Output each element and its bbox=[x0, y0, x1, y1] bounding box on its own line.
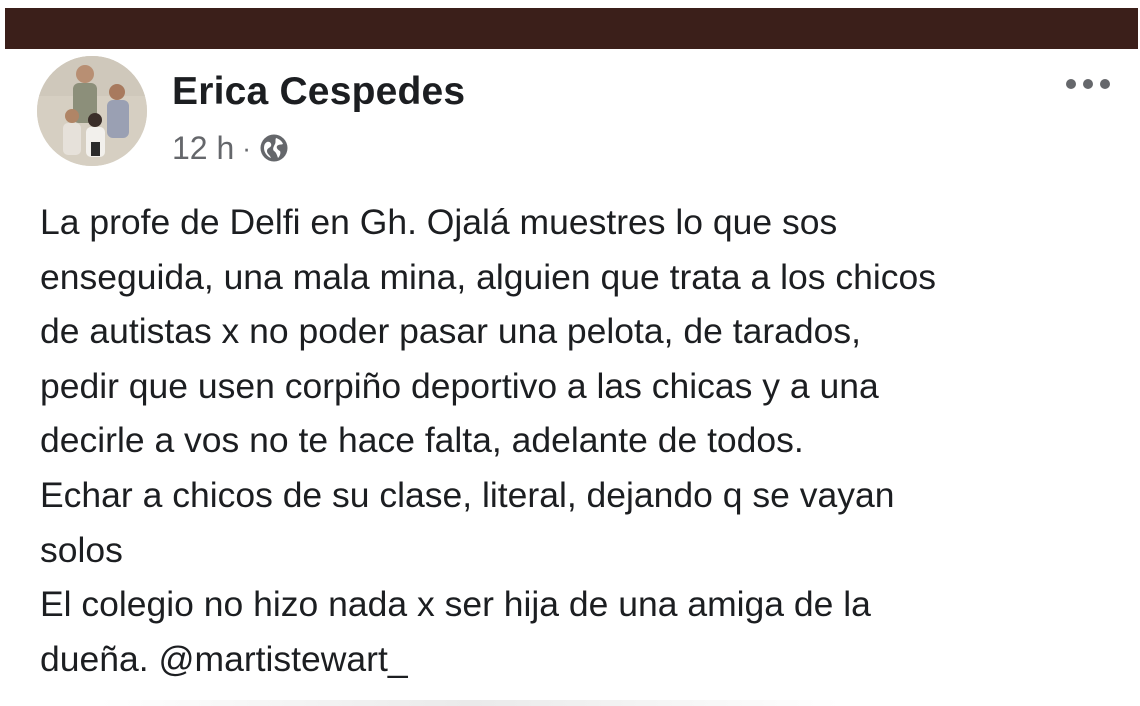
post-time[interactable]: 12 h bbox=[172, 130, 234, 167]
mention-link[interactable]: @martistewart_ bbox=[158, 639, 407, 679]
post-line: La profe de Delfi en Gh. Ojalá muestres … bbox=[40, 202, 838, 242]
post-line: El colegio no hizo nada x ser hija de un… bbox=[40, 584, 871, 625]
more-dot bbox=[1083, 79, 1093, 89]
post-line: pedir que usen corpiño deportivo a las c… bbox=[40, 365, 879, 406]
post-line: enseguida, una mala mina, alguien que tr… bbox=[40, 256, 936, 297]
post-text: La profe de Delfi en Gh. Ojalá muestres … bbox=[40, 195, 1120, 686]
post-meta: 12 h · bbox=[172, 128, 289, 168]
more-dot bbox=[1100, 79, 1110, 89]
post-line: de autistas x no poder pasar una pelota,… bbox=[40, 311, 862, 352]
top-bar bbox=[5, 8, 1138, 49]
post-line: Echar a chicos de su clase, literal, dej… bbox=[40, 474, 895, 515]
post-line: solos bbox=[40, 529, 123, 570]
meta-separator: · bbox=[242, 133, 251, 163]
more-options-icon[interactable] bbox=[1058, 66, 1118, 102]
more-dot bbox=[1066, 79, 1076, 89]
bottom-divider bbox=[100, 700, 840, 706]
author-name[interactable]: Erica Cespedes bbox=[172, 70, 465, 114]
avatar[interactable] bbox=[37, 56, 147, 166]
post-line: decirle a vos no te hace falta, adelante… bbox=[40, 420, 804, 461]
post-line: dueña. bbox=[40, 638, 149, 679]
post-last-line: dueña. @martistewart_ bbox=[40, 632, 1120, 687]
facebook-post-screenshot: Erica Cespedes 12 h · La profe de Delfi … bbox=[0, 0, 1140, 706]
globe-icon[interactable] bbox=[259, 133, 289, 163]
